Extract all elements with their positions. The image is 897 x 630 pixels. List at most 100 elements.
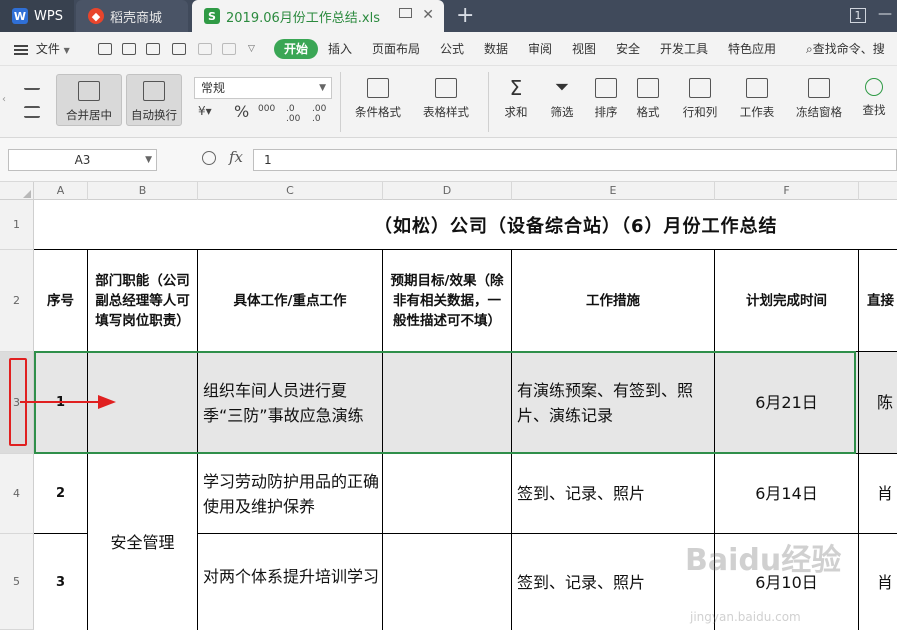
percent-button[interactable]: %	[234, 102, 249, 121]
sum-label: 求和	[504, 105, 528, 119]
header-cell-no[interactable]: 序号	[34, 250, 88, 352]
tab-start[interactable]: 开始	[274, 39, 318, 59]
column-header-c[interactable]: C	[198, 182, 383, 200]
header-cell-measures[interactable]: 工作措施	[512, 250, 715, 352]
cell-c4[interactable]: 学习劳动防护用品的正确使用及维护保养	[198, 454, 383, 534]
cell-e4[interactable]: 签到、记录、照片	[512, 454, 715, 534]
output-icon[interactable]	[122, 43, 136, 55]
decrease-decimal-icon[interactable]: .00.0	[312, 104, 326, 124]
cell-g5[interactable]: 肖	[859, 534, 897, 630]
undo-icon[interactable]	[198, 43, 212, 55]
tab-document[interactable]: S 2019.06月份工作总结.xls ✕	[192, 0, 444, 32]
minimize-icon[interactable]: —	[878, 6, 894, 22]
worksheet-label: 工作表	[739, 105, 775, 119]
cell-e3[interactable]: 有演练预案、有签到、照片、演练记录	[512, 352, 715, 454]
filter-button[interactable]: ⏷ 筛选	[544, 78, 580, 120]
print-icon[interactable]	[146, 43, 160, 55]
tab-count-badge[interactable]: 1	[850, 8, 866, 23]
name-box[interactable]: A3 ▼	[8, 149, 157, 171]
tab-page-layout[interactable]: 页面布局	[372, 32, 420, 66]
tab-data[interactable]: 数据	[484, 32, 508, 66]
table-style-button[interactable]: 表格样式	[414, 78, 478, 120]
cell-f4[interactable]: 6月14日	[715, 454, 859, 534]
column-header-b[interactable]: B	[88, 182, 198, 200]
conditional-format-button[interactable]: 条件格式	[346, 78, 410, 120]
cell-c3[interactable]: 组织车间人员进行夏季“三防”事故应急演练	[198, 352, 383, 454]
insert-function-button[interactable]: fx	[229, 148, 243, 166]
column-header-g[interactable]	[859, 182, 897, 200]
save-icon[interactable]	[98, 43, 112, 55]
header-cell-dept[interactable]: 部门职能（公司副总经理等人可填写岗位职责）	[88, 250, 198, 352]
row-header-5[interactable]: 5	[0, 534, 34, 630]
quick-access-dropdown-icon[interactable]: ▽	[248, 32, 255, 66]
magnifier-icon	[865, 78, 883, 96]
close-tab-icon[interactable]: ✕	[422, 7, 434, 23]
find-button[interactable]: 查找	[856, 78, 892, 118]
zoom-icon[interactable]	[202, 151, 216, 165]
sort-button[interactable]: 排序	[588, 78, 624, 120]
tab-review[interactable]: 审阅	[528, 32, 552, 66]
cell-a5[interactable]: 3	[34, 534, 88, 630]
worksheet-button[interactable]: 工作表	[732, 78, 782, 120]
worksheet-icon	[746, 78, 768, 98]
tab-insert[interactable]: 插入	[328, 32, 352, 66]
row-header-4[interactable]: 4	[0, 454, 34, 534]
row-col-button[interactable]: 行和列	[676, 78, 724, 120]
new-tab-button[interactable]: +	[456, 3, 474, 28]
redo-icon[interactable]	[222, 43, 236, 55]
cell-d5[interactable]	[383, 534, 512, 630]
tab-view[interactable]: 视图	[572, 32, 596, 66]
cell-c5[interactable]: 对两个体系提升培训学习	[198, 534, 383, 630]
file-menu[interactable]: 文件 ▼	[14, 32, 70, 66]
cell-d4[interactable]	[383, 454, 512, 534]
thousands-button[interactable]: 000	[258, 104, 275, 114]
command-search[interactable]: ⌕查找命令、搜	[806, 32, 885, 66]
wrap-text-label: 自动换行	[131, 108, 177, 122]
funnel-icon: ⏷	[554, 77, 570, 98]
spreadsheet-icon: S	[204, 8, 220, 24]
cell-b4-merged[interactable]: 安全管理	[88, 454, 198, 630]
increase-decimal-icon[interactable]: .0.00	[286, 104, 300, 124]
window-icon[interactable]	[399, 8, 412, 18]
cell-g3[interactable]: 陈	[859, 352, 897, 454]
tab-docer-store[interactable]: ◆ 稻壳商城	[76, 0, 188, 32]
chevron-down-icon: ▼	[145, 155, 152, 165]
tab-developer[interactable]: 开发工具	[660, 32, 708, 66]
header-cell-owner[interactable]: 直接	[859, 250, 897, 352]
merge-center-button[interactable]: 合并居中	[56, 74, 122, 126]
sum-button[interactable]: Σ 求和	[498, 78, 534, 120]
column-header-d[interactable]: D	[383, 182, 512, 200]
column-header-a[interactable]: A	[34, 182, 88, 200]
sheet-title-cell[interactable]: （如松）公司（设备综合站）（6）月份工作总结	[34, 200, 897, 250]
header-cell-work[interactable]: 具体工作/重点工作	[198, 250, 383, 352]
cell-f3[interactable]: 6月21日	[715, 352, 859, 454]
row-header-1[interactable]: 1	[0, 200, 34, 250]
align-left-icon[interactable]	[20, 78, 44, 96]
select-all-corner[interactable]	[0, 182, 34, 200]
currency-icon[interactable]: ¥▾	[198, 104, 212, 118]
cell-a4[interactable]: 2	[34, 454, 88, 534]
header-cell-target[interactable]: 预期目标/效果（除非有相关数据，一般性描述可不填）	[383, 250, 512, 352]
ribbon-scroll-left-icon[interactable]: ‹	[2, 94, 6, 105]
formula-input[interactable]: 1	[253, 149, 897, 171]
distribute-icon[interactable]	[20, 106, 44, 124]
wrap-text-button[interactable]: 自动换行	[126, 74, 182, 126]
row-col-icon	[689, 78, 711, 98]
column-header-f[interactable]: F	[715, 182, 859, 200]
tab-special[interactable]: 特色应用	[728, 32, 776, 66]
tab-security[interactable]: 安全	[616, 32, 640, 66]
print-preview-icon[interactable]	[172, 43, 186, 55]
cell-d3[interactable]	[383, 352, 512, 454]
ribbon-toolbar: ‹ 合并居中 自动换行 常规 ▼ ¥▾ % 000 .0.00 .00.0 条件…	[0, 66, 897, 138]
format-button[interactable]: 格式	[630, 78, 666, 120]
header-cell-plan-time[interactable]: 计划完成时间	[715, 250, 859, 352]
tab-wps-home[interactable]: W WPS	[0, 0, 74, 32]
column-header-e[interactable]: E	[512, 182, 715, 200]
cell-g4[interactable]: 肖	[859, 454, 897, 534]
tab-formulas[interactable]: 公式	[440, 32, 464, 66]
conditional-format-icon	[367, 78, 389, 98]
freeze-panes-button[interactable]: 冻结窗格	[788, 78, 850, 120]
number-format-select[interactable]: 常规 ▼	[194, 77, 332, 99]
hamburger-icon	[14, 43, 28, 57]
row-header-2[interactable]: 2	[0, 250, 34, 352]
